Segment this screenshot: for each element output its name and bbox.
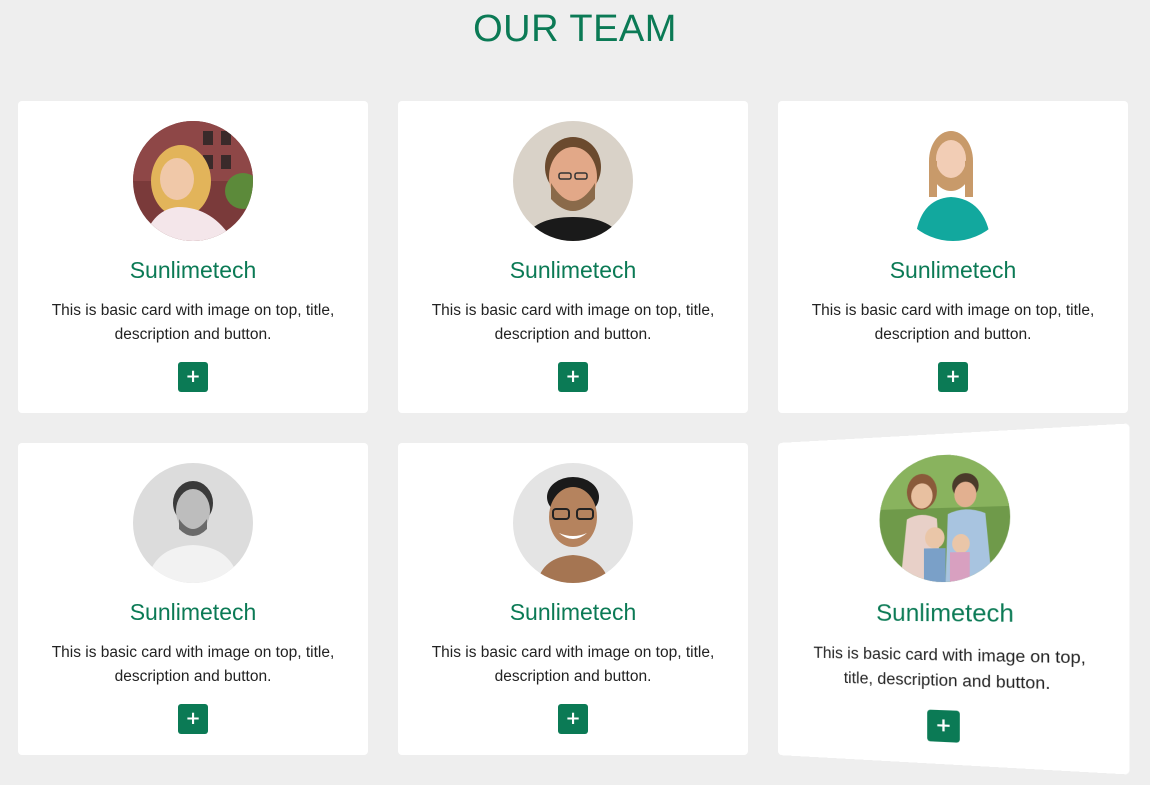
add-button[interactable]: +: [558, 704, 588, 734]
avatar: [513, 463, 633, 583]
add-button[interactable]: +: [558, 362, 588, 392]
avatar: [513, 121, 633, 241]
card-title: Sunlimetech: [876, 599, 1014, 628]
card-description: This is basic card with image on top, ti…: [813, 644, 1086, 694]
card-description: This is basic card with image on top, ti…: [811, 302, 1095, 343]
card-title: Sunlimetech: [509, 257, 637, 283]
team-card: Sunlimetech This is basic card with imag…: [778, 423, 1130, 775]
team-card: Sunlimetech This is basic card with imag…: [18, 443, 368, 755]
plus-icon: +: [945, 366, 961, 387]
avatar: [879, 451, 1011, 583]
card-title: Sunlimetech: [889, 257, 1017, 283]
team-card: Sunlimetech This is basic card with imag…: [398, 101, 748, 413]
plus-icon: +: [565, 366, 581, 387]
avatar: [133, 121, 253, 241]
card-title: Sunlimetech: [129, 257, 257, 283]
avatar-photo: [513, 463, 633, 583]
avatar-photo: [133, 121, 253, 241]
avatar-photo: [133, 463, 253, 583]
card-description: This is basic card with image on top, ti…: [51, 302, 335, 343]
team-page: OUR TEAM Sunlimetech This is basic card …: [0, 0, 1150, 785]
card-description: This is basic card with image on top, ti…: [431, 644, 715, 685]
add-button[interactable]: +: [927, 709, 960, 743]
plus-icon: +: [185, 366, 201, 387]
plus-icon: +: [935, 714, 952, 738]
team-card: Sunlimetech This is basic card with imag…: [398, 443, 748, 755]
card-title: Sunlimetech: [509, 599, 637, 625]
add-button[interactable]: +: [178, 362, 208, 392]
avatar: [133, 463, 253, 583]
team-card: Sunlimetech This is basic card with imag…: [778, 101, 1128, 413]
avatar-photo: [893, 121, 1013, 241]
add-button[interactable]: +: [178, 704, 208, 734]
avatar-photo: [513, 121, 633, 241]
page-title: OUR TEAM: [473, 8, 677, 50]
avatar-photo: [879, 451, 1011, 583]
plus-icon: +: [565, 708, 581, 729]
card-description: This is basic card with image on top, ti…: [51, 644, 335, 685]
card-description: This is basic card with image on top, ti…: [431, 302, 715, 343]
plus-icon: +: [185, 708, 201, 729]
add-button[interactable]: +: [938, 362, 968, 392]
card-title: Sunlimetech: [129, 599, 257, 625]
team-card: Sunlimetech This is basic card with imag…: [18, 101, 368, 413]
avatar: [893, 121, 1013, 241]
